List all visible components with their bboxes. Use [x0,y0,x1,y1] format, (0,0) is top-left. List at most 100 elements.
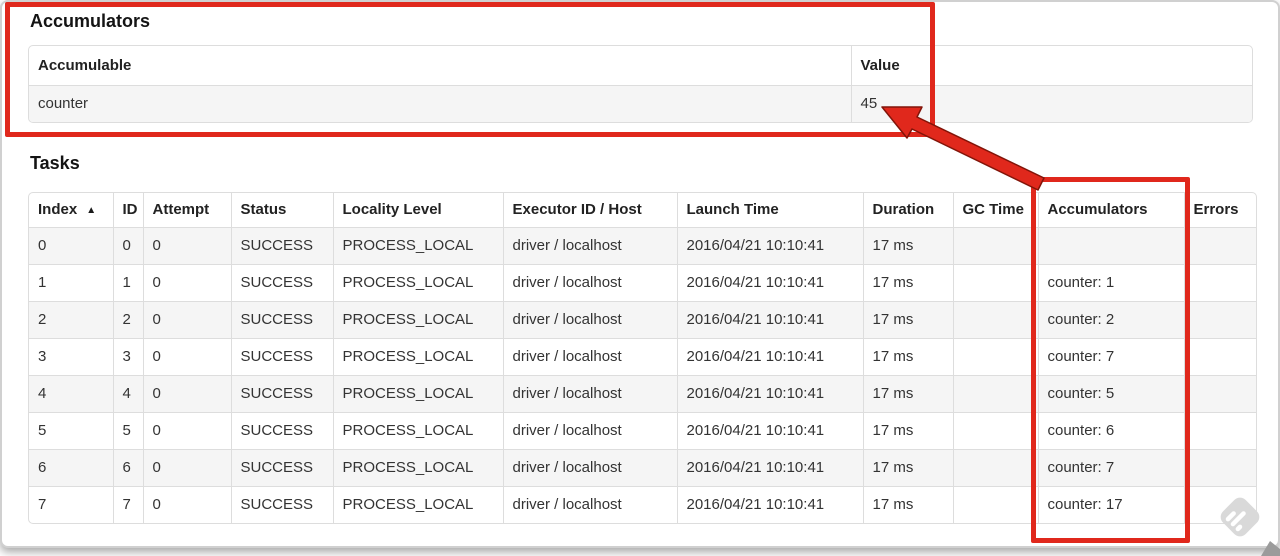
launch_time-cell: 2016/04/21 10:10:41 [677,374,864,412]
errors-cell [1184,485,1256,523]
duration-cell: 17 ms [863,337,954,375]
status-cell: SUCCESS [231,300,334,338]
value-cell: 45 [851,84,1252,122]
id-cell: 0 [113,226,144,264]
errors-cell [1184,374,1256,412]
executor_id_host-cell: driver / localhost [503,374,678,412]
table-row: 1 1 0 SUCCESS PROCESS_LOCAL driver / localhos… [29,263,1256,301]
attempt-cell: 0 [143,226,232,264]
status-cell: SUCCESS [231,448,334,486]
column-header-errors[interactable]: Errors [1184,193,1256,227]
executor_id_host-cell: driver / localhost [503,485,678,523]
status-cell: SUCCESS [231,226,334,264]
duration-cell: 17 ms [863,485,954,523]
attempt-cell: 0 [143,263,232,301]
table-row: 4 4 0 SUCCESS PROCESS_LOCAL driver / localhos… [29,374,1256,412]
column-header-launch_time[interactable]: Launch Time [677,193,864,227]
table-row: 3 3 0 SUCCESS PROCESS_LOCAL driver / localhos… [29,337,1256,375]
accumulators-cell: counter: 2 [1038,300,1185,338]
index-cell: 1 [29,263,114,301]
index-cell: 7 [29,485,114,523]
accumulators-cell: counter: 7 [1038,337,1185,375]
attempt-cell: 0 [143,374,232,412]
attempt-cell: 0 [143,411,232,449]
column-header-locality_level[interactable]: Locality Level [333,193,504,227]
executor_id_host-cell: driver / localhost [503,263,678,301]
gc_time-cell [953,411,1039,449]
column-header-gc_time[interactable]: GC Time [953,193,1039,227]
accumulators-cell: counter: 17 [1038,485,1185,523]
index-cell: 6 [29,448,114,486]
accumulable-cell: counter [29,84,852,122]
executor_id_host-cell: driver / localhost [503,337,678,375]
duration-cell: 17 ms [863,448,954,486]
errors-cell [1184,411,1256,449]
id-cell: 2 [113,300,144,338]
locality_level-cell: PROCESS_LOCAL [333,374,504,412]
column-header-duration[interactable]: Duration [863,193,954,227]
gc_time-cell [953,337,1039,375]
executor_id_host-cell: driver / localhost [503,226,678,264]
column-header-id[interactable]: ID [113,193,144,227]
status-cell: SUCCESS [231,337,334,375]
index-cell: 0 [29,226,114,264]
errors-cell [1184,300,1256,338]
launch_time-cell: 2016/04/21 10:10:41 [677,300,864,338]
locality_level-cell: PROCESS_LOCAL [333,226,504,264]
table-row: 7 7 0 SUCCESS PROCESS_LOCAL driver / localhos… [29,485,1256,523]
executor_id_host-cell: driver / localhost [503,448,678,486]
accumulators-cell [1038,226,1185,264]
status-cell: SUCCESS [231,263,334,301]
locality_level-cell: PROCESS_LOCAL [333,337,504,375]
status-cell: SUCCESS [231,374,334,412]
errors-cell [1184,263,1256,301]
accumulators-cell: counter: 1 [1038,263,1185,301]
gc_time-cell [953,300,1039,338]
accumulators-table: Accumulable Value counter 45 [28,45,1253,123]
index-cell: 2 [29,300,114,338]
column-header-accumulable: Accumulable [29,46,852,85]
errors-cell [1184,448,1256,486]
tasks-table: Index ▲ ID Attempt Status Locality Level Execu… [28,192,1257,524]
id-cell: 6 [113,448,144,486]
gc_time-cell [953,263,1039,301]
status-cell: SUCCESS [231,411,334,449]
duration-cell: 17 ms [863,374,954,412]
launch_time-cell: 2016/04/21 10:10:41 [677,263,864,301]
executor_id_host-cell: driver / localhost [503,300,678,338]
launch_time-cell: 2016/04/21 10:10:41 [677,411,864,449]
locality_level-cell: PROCESS_LOCAL [333,411,504,449]
column-header-accumulators[interactable]: Accumulators [1038,193,1185,227]
accumulators-cell: counter: 5 [1038,374,1185,412]
table-header-row: Index ▲ ID Attempt Status Locality Level Execu… [29,193,1256,227]
index-cell: 3 [29,337,114,375]
column-header-value: Value [860,56,900,74]
id-cell: 3 [113,337,144,375]
errors-cell [1184,226,1256,264]
attempt-cell: 0 [143,485,232,523]
column-header-index[interactable]: Index ▲ [29,193,114,227]
column-header-attempt[interactable]: Attempt [143,193,232,227]
gc_time-cell [953,226,1039,264]
launch_time-cell: 2016/04/21 10:10:41 [677,226,864,264]
launch_time-cell: 2016/04/21 10:10:41 [677,337,864,375]
gc_time-cell [953,374,1039,412]
duration-cell: 17 ms [863,263,954,301]
id-cell: 1 [113,263,144,301]
id-cell: 7 [113,485,144,523]
duration-cell: 17 ms [863,226,954,264]
column-header-executor_id_host[interactable]: Executor ID / Host [503,193,678,227]
accumulators-section-title: Accumulators [30,11,151,31]
attempt-cell: 0 [143,337,232,375]
launch_time-cell: 2016/04/21 10:10:41 [677,485,864,523]
column-header-status[interactable]: Status [231,193,334,227]
table-row: counter 45 [29,84,1252,122]
launch_time-cell: 2016/04/21 10:10:41 [677,448,864,486]
gc_time-cell [953,448,1039,486]
tasks-section-title: Tasks [30,153,80,173]
status-cell: SUCCESS [231,485,334,523]
duration-cell: 17 ms [863,300,954,338]
gc_time-cell [953,485,1039,523]
locality_level-cell: PROCESS_LOCAL [333,263,504,301]
executor_id_host-cell: driver / localhost [503,411,678,449]
